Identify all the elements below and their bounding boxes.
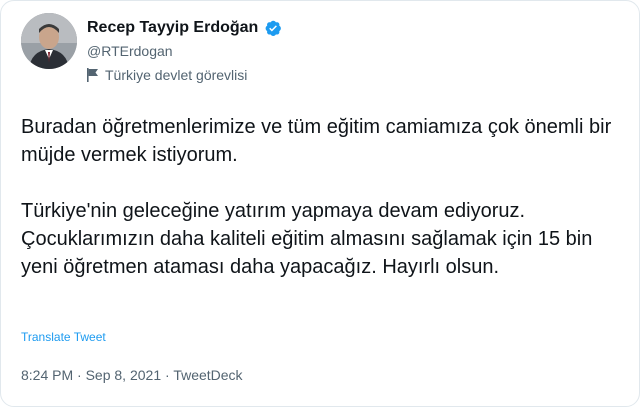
- tweet-paragraph: Buradan öğretmenlerimize ve tüm eğitim c…: [21, 116, 612, 166]
- government-label: Türkiye devlet görevlisi: [87, 67, 247, 83]
- author-handle[interactable]: @RTErdogan: [87, 43, 173, 59]
- profile-photo[interactable]: [21, 13, 77, 69]
- tweet-card: Recep Tayyip Erdoğan @RTErdogan Türkiye …: [0, 0, 640, 407]
- meta-separator: ·: [161, 367, 174, 383]
- tweet-meta: 8:24 PM · Sep 8, 2021 · TweetDeck: [21, 367, 243, 383]
- avatar-image: [21, 13, 77, 69]
- tweet-text: Buradan öğretmenlerimize ve tüm eğitim c…: [21, 113, 631, 281]
- meta-separator: ·: [73, 367, 86, 383]
- government-label-text: Türkiye devlet görevlisi: [105, 67, 248, 83]
- flag-icon: [87, 68, 99, 82]
- verified-badge-icon: [264, 19, 282, 37]
- author-display-name[interactable]: Recep Tayyip Erdoğan: [87, 19, 258, 37]
- tweet-paragraph: Türkiye'nin geleceğine yatırım yapmaya d…: [21, 200, 593, 278]
- translate-tweet-link[interactable]: Translate Tweet: [21, 330, 106, 344]
- author-name-row: Recep Tayyip Erdoğan: [87, 17, 282, 39]
- tweet-date[interactable]: Sep 8, 2021: [86, 367, 162, 383]
- tweet-source[interactable]: TweetDeck: [173, 367, 242, 383]
- tweet-time[interactable]: 8:24 PM: [21, 367, 73, 383]
